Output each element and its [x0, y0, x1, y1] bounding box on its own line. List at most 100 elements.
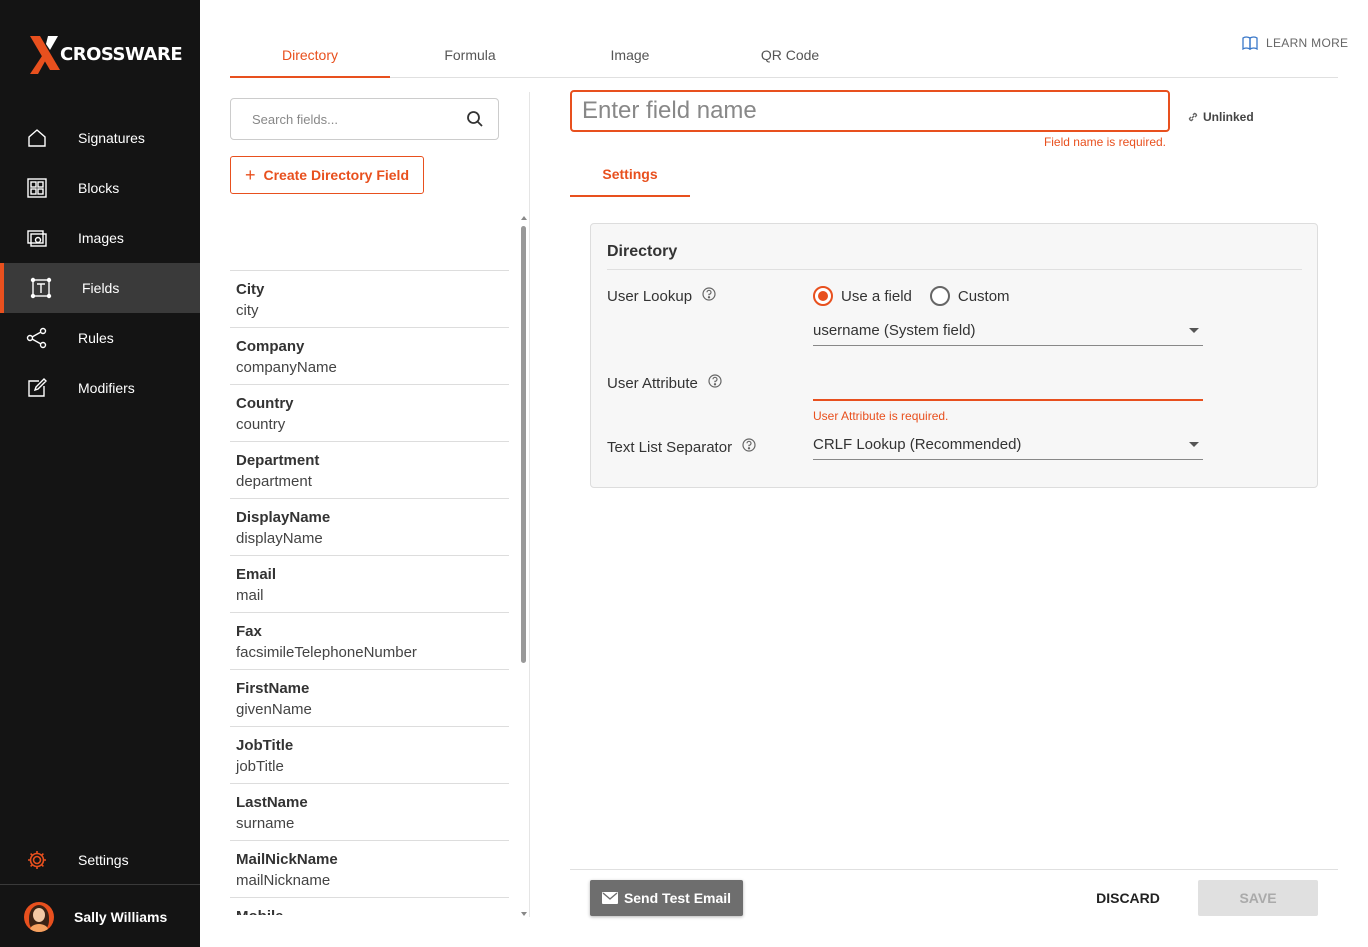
field-name: JobTitle — [236, 737, 294, 754]
field-name-input-box — [570, 90, 1170, 132]
avatar — [24, 902, 54, 932]
user-attribute-error: User Attribute is required. — [813, 409, 949, 423]
list-item[interactable]: Country country — [230, 385, 509, 442]
search-icon[interactable] — [466, 110, 484, 133]
field-name: Mobile — [236, 907, 503, 915]
user-lookup-label: User Lookup — [607, 287, 693, 305]
separator-row-label: Text List Separator — [607, 438, 756, 456]
field-name-input[interactable] — [582, 97, 1142, 125]
sidebar-item-blocks[interactable]: Blocks — [0, 163, 200, 213]
book-icon — [1242, 36, 1258, 50]
list-item[interactable]: LastName surname — [230, 784, 509, 841]
share-icon — [26, 327, 48, 349]
sidebar-item-signatures[interactable]: Signatures — [0, 113, 200, 163]
search-input[interactable] — [252, 111, 452, 127]
dropdown-caret-icon — [1189, 442, 1199, 447]
help-icon[interactable] — [742, 438, 756, 456]
dropdown-caret-icon — [1189, 328, 1199, 333]
sidebar-divider — [0, 884, 200, 885]
select-value: username (System field) — [813, 322, 976, 339]
field-list-scrollbar[interactable] — [519, 216, 529, 916]
sidebar: CROSSWARE Signatures Blocks Images Field… — [0, 0, 200, 947]
list-item[interactable]: Company companyName — [230, 328, 509, 385]
field-attribute: city — [236, 302, 259, 319]
radio-checked-icon — [813, 286, 833, 306]
user-profile[interactable]: Sally Williams — [24, 902, 167, 932]
scroll-up-icon[interactable] — [521, 216, 527, 220]
field-name: Fax — [236, 623, 262, 640]
card-title: Directory — [607, 243, 678, 260]
user-lookup-select[interactable]: username (System field) — [813, 320, 1203, 346]
link-icon — [1188, 112, 1198, 122]
radio-label: Use a field — [841, 287, 912, 305]
list-item[interactable]: Department department — [230, 442, 509, 499]
field-name: City — [236, 281, 265, 298]
tab-qr-code[interactable]: QR Code — [710, 34, 870, 78]
learn-more-link[interactable]: LEARN MORE — [1242, 36, 1348, 50]
list-item[interactable]: FirstName givenName — [230, 670, 509, 727]
separator-select[interactable]: CRLF Lookup (Recommended) — [813, 434, 1203, 460]
field-attribute: mailNickname — [236, 872, 331, 889]
list-item[interactable]: MailNickName mailNickname — [230, 841, 509, 898]
list-item[interactable]: Email mail — [230, 556, 509, 613]
tab-directory[interactable]: Directory — [230, 34, 390, 78]
list-item[interactable]: Fax facsimileTelephoneNumber — [230, 613, 509, 670]
user-attribute-input[interactable] — [813, 374, 1203, 401]
sidebar-item-label: Fields — [82, 280, 120, 296]
help-icon[interactable] — [702, 287, 716, 305]
fields-icon — [30, 277, 52, 299]
field-name: DisplayName — [236, 509, 331, 526]
discard-button[interactable]: DISCARD — [1088, 880, 1168, 916]
list-item[interactable]: DisplayName displayName — [230, 499, 509, 556]
images-icon — [26, 227, 48, 249]
list-item[interactable]: Mobile — [230, 898, 509, 915]
field-name: FirstName — [236, 680, 310, 697]
create-button-label: Create Directory Field — [263, 167, 410, 183]
field-attribute: displayName — [236, 530, 323, 547]
home-icon — [26, 127, 48, 149]
learn-more-label: LEARN MORE — [1266, 36, 1349, 50]
field-name: Department — [236, 452, 320, 469]
sidebar-item-rules[interactable]: Rules — [0, 313, 200, 363]
footer-divider — [570, 869, 1338, 870]
scroll-down-icon[interactable] — [521, 912, 527, 916]
list-item[interactable]: JobTitle jobTitle — [230, 727, 509, 784]
field-name: Country — [236, 395, 294, 412]
tab-formula[interactable]: Formula — [390, 34, 550, 78]
field-attribute: mail — [236, 587, 264, 604]
save-button[interactable]: SAVE — [1198, 880, 1318, 916]
sidebar-item-settings[interactable]: Settings — [0, 835, 200, 885]
field-list: City city Company companyName Country count… — [230, 270, 509, 915]
user-attribute-row-label: User Attribute — [607, 374, 722, 392]
tab-settings[interactable]: Settings — [570, 156, 690, 197]
field-attribute: surname — [236, 815, 295, 832]
send-test-email-button[interactable]: Send Test Email — [590, 880, 743, 916]
select-value: CRLF Lookup (Recommended) — [813, 436, 1022, 453]
link-status[interactable]: Unlinked — [1187, 110, 1254, 124]
editor-sub-tabs: Settings — [570, 156, 690, 197]
crossware-logo[interactable]: CROSSWARE — [28, 34, 183, 74]
tab-image[interactable]: Image — [550, 34, 710, 78]
sidebar-item-images[interactable]: Images — [0, 213, 200, 263]
gear-icon — [26, 849, 48, 871]
list-item[interactable]: City city — [230, 271, 509, 328]
help-icon[interactable] — [708, 374, 722, 392]
field-attribute: givenName — [236, 701, 312, 718]
field-type-tabs: Directory Formula Image QR Code — [230, 34, 1338, 78]
sidebar-item-label: Settings — [78, 852, 129, 868]
field-attribute: country — [236, 416, 286, 433]
scrollbar-thumb[interactable] — [521, 226, 526, 663]
radio-custom[interactable]: Custom — [929, 286, 1010, 306]
sidebar-item-fields[interactable]: Fields — [0, 263, 200, 313]
user-lookup-radio-group: Use a field Custom — [813, 286, 1028, 306]
brand-name: CROSSWARE — [60, 43, 183, 65]
separator-label: Text List Separator — [607, 438, 733, 456]
search-box — [230, 98, 499, 140]
field-attribute: jobTitle — [236, 758, 284, 775]
sidebar-item-modifiers[interactable]: Modifiers — [0, 363, 200, 413]
create-directory-field-button[interactable]: + Create Directory Field — [230, 156, 424, 194]
field-attribute: department — [236, 473, 312, 490]
sidebar-nav: Signatures Blocks Images Fields Rules Mo… — [0, 113, 200, 413]
radio-use-field[interactable]: Use a field — [813, 286, 912, 306]
field-name: MailNickName — [236, 851, 338, 868]
